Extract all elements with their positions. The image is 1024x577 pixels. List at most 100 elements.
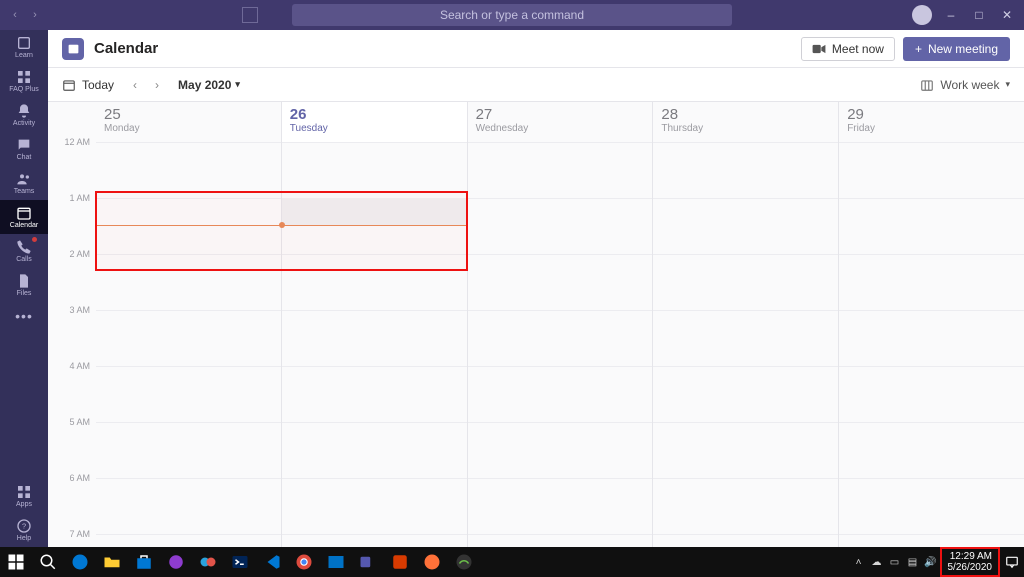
meet-now-button[interactable]: Meet now [801,37,895,61]
window-minimize-icon[interactable]: ‒ [942,8,960,22]
taskbar-app2[interactable] [192,547,224,577]
next-week-button[interactable]: › [148,78,166,92]
taskbar-outlook[interactable] [320,547,352,577]
firefox-icon [423,553,441,571]
month-picker[interactable]: May 2020 ▾ [178,78,240,92]
rail-faqplus[interactable]: FAQ Plus [0,64,48,98]
taskbar-app1[interactable] [160,547,192,577]
taskbar-search[interactable] [32,547,64,577]
taskbar-clock[interactable]: 12:29 AM 5/26/2020 [940,547,1001,577]
phone-icon [16,239,32,255]
rail-help[interactable]: ? Help [0,513,48,547]
edge-icon [71,553,89,571]
app-icon [167,553,185,571]
day-column[interactable] [839,142,1024,547]
calendar-icon [16,205,32,221]
current-time-dot [279,222,285,228]
calendar-body: Calendar Meet now + New meeting Today ‹ … [48,30,1024,547]
taskbar-store[interactable] [128,547,160,577]
video-icon [812,44,826,54]
store-icon [135,553,153,571]
rail-apps[interactable]: Apps [0,479,48,513]
vscode-icon [263,553,281,571]
chat-icon [16,137,32,153]
window-maximize-icon[interactable]: □ [970,8,988,22]
day-column[interactable] [653,142,839,547]
taskbar-edge[interactable] [64,547,96,577]
hour-label: 3 AM [48,305,96,361]
taskbar-chrome[interactable] [288,547,320,577]
action-center-icon[interactable] [1000,555,1024,569]
back-icon[interactable]: ‹ [8,9,22,21]
rail-chat[interactable]: Chat [0,132,48,166]
chrome-icon [295,553,313,571]
tray-battery-icon[interactable]: ▭ [886,547,904,577]
chevron-down-icon: ▾ [235,79,240,90]
people-icon [16,171,32,187]
tray-volume-icon[interactable]: 🔊 [922,547,940,577]
calendar-toolbar: Today ‹ › May 2020 ▾ Work week ▾ [48,68,1024,102]
day-columns[interactable] [96,142,1024,547]
book-icon [16,35,32,51]
rail-files[interactable]: Files [0,268,48,302]
new-note-icon[interactable] [242,7,258,23]
hour-label: 5 AM [48,417,96,473]
day-header[interactable]: 25 Monday [96,102,282,142]
taskbar-teams[interactable] [352,547,384,577]
hour-label: 6 AM [48,473,96,529]
grid-icon [16,69,32,85]
outlook-icon [327,553,345,571]
grid-area: 12 AM 1 AM 2 AM 3 AM 4 AM 5 AM 6 AM 7 AM [48,142,1024,547]
app-icon [455,553,473,571]
snip-icon [391,553,409,571]
tray-cloud-icon[interactable]: ☁ [868,547,886,577]
teams-titlebar: ‹ › Search or type a command ‒ □ ✕ [0,0,1024,30]
prev-week-button[interactable]: ‹ [126,78,144,92]
hour-label: 12 AM [48,137,96,193]
view-picker[interactable]: Work week ▾ [920,78,1010,92]
app-icon [199,553,217,571]
windows-icon [7,553,25,571]
taskbar-snip[interactable] [384,547,416,577]
badge-icon [32,237,37,242]
page-title: Calendar [94,40,158,57]
day-header[interactable]: 28 Thursday [653,102,839,142]
taskbar-explorer[interactable] [96,547,128,577]
teams-icon [359,553,377,571]
chevron-down-icon: ▾ [1005,79,1010,90]
clock-date: 5/26/2020 [948,562,993,573]
avatar[interactable] [912,5,932,25]
rail-activity[interactable]: Activity [0,98,48,132]
calendar-badge-icon [62,38,84,60]
day-column[interactable] [468,142,654,547]
rail-more[interactable]: ••• [15,302,33,330]
search-input[interactable]: Search or type a command [292,4,732,26]
today-icon [62,78,76,92]
day-header[interactable]: 27 Wednesday [468,102,654,142]
rail-calls[interactable]: Calls [0,234,48,268]
day-header-today[interactable]: 26 Tuesday [282,102,468,142]
day-header[interactable]: 29 Friday [839,102,1024,142]
today-button[interactable]: Today [62,78,114,92]
past-time-shade [282,198,468,226]
bell-icon [16,103,32,119]
window-close-icon[interactable]: ✕ [998,8,1016,22]
rail-learn[interactable]: Learn [0,30,48,64]
day-column[interactable] [96,142,282,547]
taskbar-powershell[interactable] [224,547,256,577]
tray-network-icon[interactable]: ▤ [904,547,922,577]
new-meeting-button[interactable]: + New meeting [903,37,1010,61]
calendar-grid: 25 Monday 26 Tuesday 27 Wednesday 28 Thu… [48,102,1024,547]
calendar-view-icon [920,78,934,92]
rail-calendar[interactable]: Calendar [0,200,48,234]
tray-chevron-icon[interactable]: ˄ [850,547,868,577]
start-button[interactable] [0,547,32,577]
app-rail: Learn FAQ Plus Activity Chat Teams Calen… [0,30,48,547]
taskbar-vscode[interactable] [256,547,288,577]
apps-icon [16,484,32,500]
forward-icon[interactable]: › [28,9,42,21]
rail-teams[interactable]: Teams [0,166,48,200]
windows-taskbar: ˄ ☁ ▭ ▤ 🔊 12:29 AM 5/26/2020 [0,547,1024,577]
taskbar-app3[interactable] [448,547,480,577]
taskbar-firefox[interactable] [416,547,448,577]
